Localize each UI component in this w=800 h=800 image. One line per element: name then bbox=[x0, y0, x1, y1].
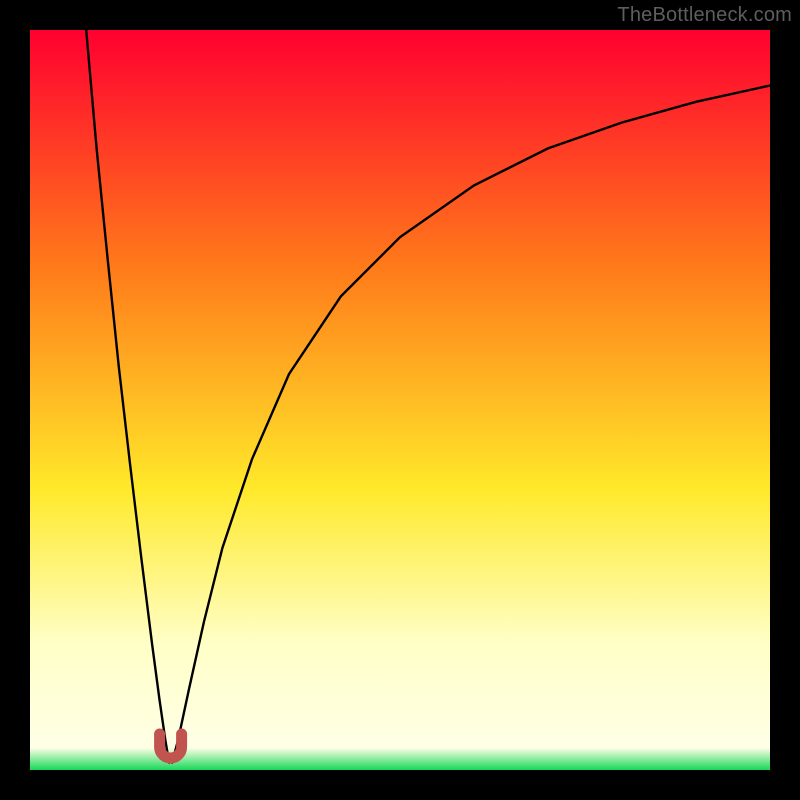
plot-area bbox=[30, 30, 770, 770]
gradient-background bbox=[30, 30, 770, 770]
bottleneck-chart bbox=[30, 30, 770, 770]
chart-frame: TheBottleneck.com bbox=[0, 0, 800, 800]
watermark-text: TheBottleneck.com bbox=[617, 4, 792, 27]
